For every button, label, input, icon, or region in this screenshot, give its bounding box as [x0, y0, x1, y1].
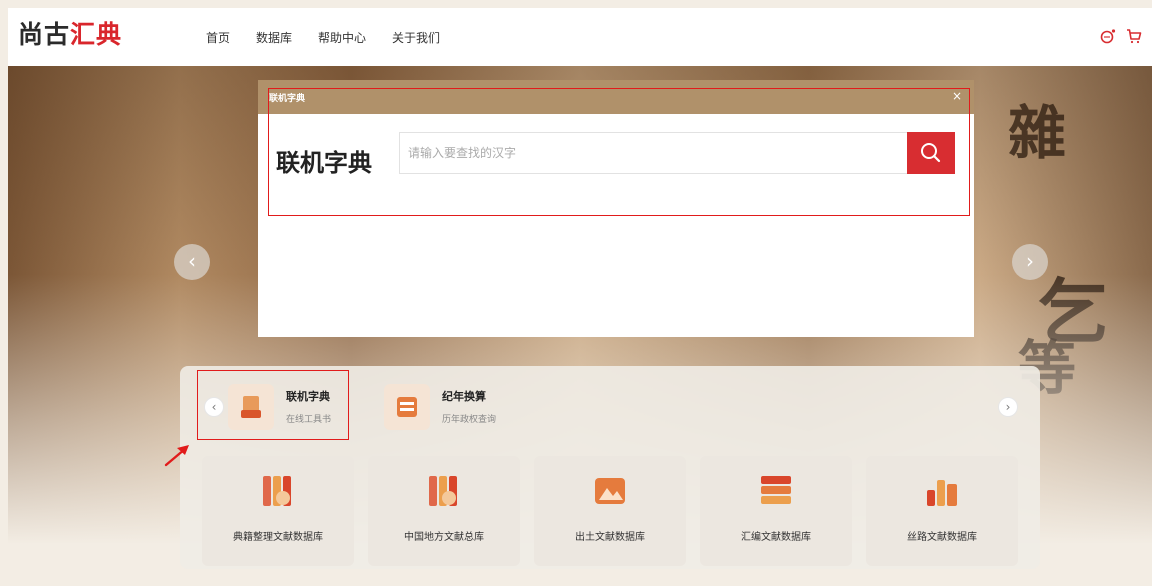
- tool-card-calendar[interactable]: 纪年换算 历年政权查询: [384, 382, 534, 436]
- calendar-icon: [384, 384, 430, 430]
- annotation-arrow-icon: [164, 445, 189, 467]
- database-label: 汇编文献数据库: [741, 532, 811, 543]
- database-label: 出土文献数据库: [575, 532, 645, 543]
- character-search-input[interactable]: [399, 132, 907, 174]
- database-card-silkroad[interactable]: 丝路文献数据库: [866, 456, 1018, 566]
- nav-item-home[interactable]: 首页: [206, 30, 230, 46]
- message-icon[interactable]: [1100, 28, 1116, 44]
- silk-road-icon: [927, 480, 957, 506]
- books-icon: [263, 476, 291, 506]
- database-card-excavated[interactable]: 出土文献数据库: [534, 456, 686, 566]
- excavation-icon: [595, 478, 625, 504]
- cart-icon[interactable]: [1126, 28, 1142, 44]
- hero-next-button[interactable]: ›: [1012, 244, 1048, 280]
- modal-header-title: 联机字典: [269, 94, 306, 104]
- header-icons: [1100, 28, 1142, 44]
- database-label: 中国地方文献总库: [404, 532, 484, 543]
- hero-prev-button[interactable]: ‹: [174, 244, 210, 280]
- database-label: 典籍整理文献数据库: [233, 532, 323, 543]
- tool-subtitle: 在线工具书: [286, 415, 332, 425]
- tools-next-button[interactable]: ›: [998, 397, 1018, 417]
- tool-subtitle: 历年政权查询: [442, 415, 497, 425]
- tool-name: 联机字典: [286, 390, 330, 403]
- modal-header: 联机字典 ×: [258, 80, 974, 114]
- top-navbar: 尚古汇典 首页 数据库 帮助中心 关于我们: [8, 8, 1152, 66]
- nav-item-help[interactable]: 帮助中心: [318, 30, 366, 46]
- site-logo[interactable]: 尚古汇典: [18, 20, 122, 50]
- database-card-classics[interactable]: 典籍整理文献数据库: [202, 456, 354, 566]
- nav-item-about[interactable]: 关于我们: [392, 30, 440, 46]
- dictionary-icon: [228, 384, 274, 430]
- dictionary-title: 联机字典: [276, 149, 372, 177]
- compilation-icon: [761, 476, 791, 504]
- logo-text-part1: 尚古: [18, 20, 71, 49]
- books-icon: [429, 476, 457, 506]
- tool-name: 纪年换算: [442, 390, 486, 403]
- search-icon: [921, 143, 941, 163]
- search-button[interactable]: [907, 132, 955, 174]
- logo-text-part2: 汇典: [70, 20, 123, 49]
- tools-panel: ‹ › 联机字典 在线工具书 纪年换算 历年政权查询 典籍整理文献数据库 中国地…: [180, 366, 1040, 569]
- page: 尚古汇典 首页 数据库 帮助中心 关于我们 雜 乞 等 ‹ › 联机字典 ×: [0, 0, 1152, 586]
- nav-item-database[interactable]: 数据库: [256, 30, 292, 46]
- database-label: 丝路文献数据库: [907, 532, 977, 543]
- tools-prev-button[interactable]: ‹: [204, 397, 224, 417]
- tool-card-dictionary[interactable]: 联机字典 在线工具书: [228, 382, 368, 436]
- database-card-compilation[interactable]: 汇编文献数据库: [700, 456, 852, 566]
- dictionary-modal: 联机字典 × 联机字典: [258, 80, 974, 337]
- close-icon[interactable]: ×: [952, 89, 962, 103]
- main-nav: 首页 数据库 帮助中心 关于我们: [206, 30, 440, 46]
- database-card-local[interactable]: 中国地方文献总库: [368, 456, 520, 566]
